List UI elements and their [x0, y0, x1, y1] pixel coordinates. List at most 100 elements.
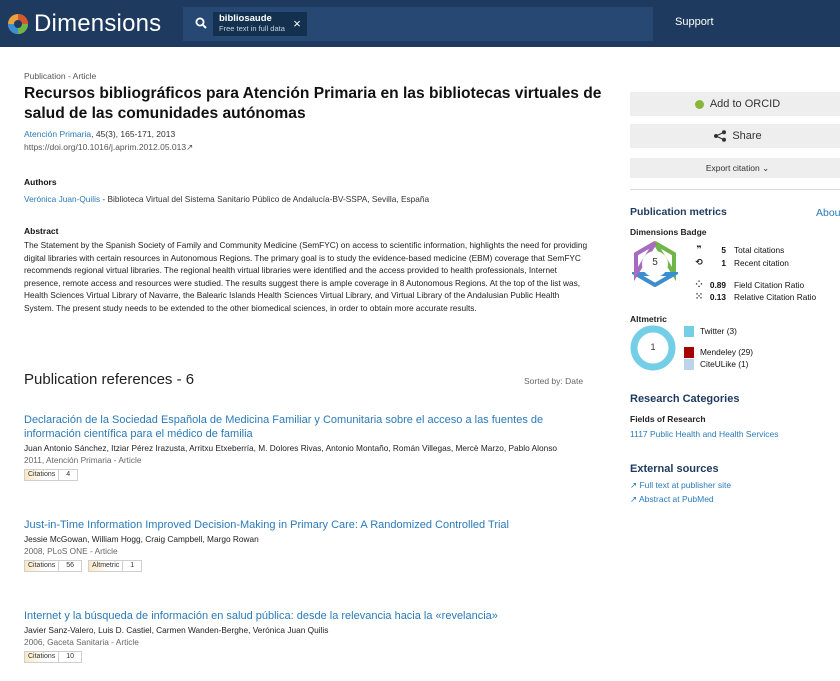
external-link-icon: ↗ [186, 142, 194, 152]
search-term: bibliosaude [219, 13, 272, 24]
search-icon[interactable] [195, 17, 207, 29]
sidebar-divider [630, 189, 840, 190]
metric-label: Total citations [734, 244, 785, 255]
reference-title[interactable]: Just-in-Time Information Improved Decisi… [24, 518, 599, 532]
reference-item: Internet y la búsqueda de información en… [24, 609, 599, 663]
search-box[interactable]: bibliosaude Free text in full data × [183, 7, 653, 41]
relative-ratio-icon: ⁙ [695, 291, 703, 301]
search-term-chip[interactable]: bibliosaude Free text in full data × [213, 12, 307, 36]
dimensions-logo[interactable]: Dimensions [6, 10, 161, 38]
about-link[interactable]: Abou [816, 207, 840, 219]
altmetric-donut[interactable]: 1 [630, 325, 676, 371]
legend-label: Mendeley (29) [700, 347, 754, 357]
citations-badge[interactable]: Citations 4 [24, 469, 79, 481]
metric-value: 0.89 [709, 279, 726, 290]
altmetric-score: 1 [650, 342, 656, 352]
abstract-text: The Statement by the Spanish Society of … [24, 240, 588, 313]
badge-value: 5 [652, 257, 658, 268]
dimensions-logo-icon [8, 14, 28, 34]
metric-value: 5 [721, 244, 726, 255]
field-ratio-icon: ⁘ [695, 279, 703, 289]
fields-of-research-heading: Fields of Research [630, 414, 706, 424]
support-link[interactable]: Support [675, 16, 714, 28]
share-label: Share [732, 130, 762, 142]
altmetric-legend-twitter: Twitter (3) [684, 326, 737, 337]
export-label: Export citation [705, 163, 760, 173]
recent-icon: ⟲ [695, 257, 703, 267]
authors-heading: Authors [24, 177, 57, 187]
author-link[interactable]: Verónica Juan-Quilis [24, 194, 100, 204]
citations-badge-label: Citations [25, 561, 60, 571]
altmetric-legend-mendeley: Mendeley (29) [684, 347, 753, 358]
close-icon[interactable]: × [293, 17, 301, 30]
metric-recent-citations: ⟲ 1 Recent citation [692, 257, 789, 268]
reference-title[interactable]: Declaración de la Sociedad Española de M… [24, 413, 599, 441]
reference-authors: Juan Antonio Sánchez, Itziar Pérez Irazu… [24, 443, 557, 453]
full-text-label: Full text at publisher site [639, 480, 732, 490]
share-button[interactable]: Share [630, 124, 840, 148]
orcid-icon [694, 99, 704, 109]
altmetric-legend-citeulike: CiteULike (1) [684, 359, 748, 370]
reference-item: Declaración de la Sociedad Española de M… [24, 413, 599, 481]
journal-details: , 45(3), 165-171, 2013 [91, 129, 176, 139]
export-citation-button[interactable]: Export citation ⌄ [630, 158, 840, 178]
doi-text: https://doi.org/10.1016/j.aprim.2012.05.… [24, 142, 187, 152]
research-categories-heading: Research Categories [630, 393, 740, 405]
page-title: Recursos bibliográficos para Atención Pr… [24, 85, 602, 122]
citations-count: 56 [66, 562, 75, 569]
external-link-icon: ↗ [630, 494, 640, 504]
metric-relative-citation-ratio: ⁙ 0.13 Relative Citation Ratio [692, 291, 816, 302]
legend-label: CiteULike (1) [700, 359, 749, 369]
metric-value: 0.13 [709, 291, 726, 302]
top-navbar: Dimensions bibliosaude Free text in full… [0, 0, 840, 47]
pubmed-abstract-link[interactable]: ↗ Abstract at PubMed [630, 494, 714, 505]
reference-authors: Javier Sanz-Valero, Luis D. Castiel, Car… [24, 625, 329, 635]
add-to-orcid-button[interactable]: Add to ORCID [630, 92, 840, 116]
altmetric-count: 1 [130, 562, 135, 569]
reference-meta: 2008, PLoS ONE - Article [24, 546, 118, 556]
swatch-mendeley [684, 347, 694, 358]
legend-label: Twitter (3) [700, 326, 737, 336]
reference-title[interactable]: Internet y la búsqueda de información en… [24, 609, 599, 623]
search-scope: Free text in full data [219, 24, 285, 33]
abstract-heading: Abstract [24, 226, 59, 236]
metrics-heading: Publication metrics [630, 206, 727, 218]
altmetric-heading: Altmetric [630, 314, 667, 324]
full-text-link[interactable]: ↗ Full text at publisher site [630, 480, 731, 491]
dimensions-badge[interactable]: 5 [632, 241, 678, 287]
metric-total-citations: ❞ 5 Total citations [692, 244, 784, 255]
metric-label: Relative Citation Ratio [734, 291, 817, 302]
swatch-twitter [684, 326, 694, 337]
altmetric-badge-label: Altmetric [89, 561, 124, 571]
reference-meta: 2006, Gaceta Sanitaria - Article [24, 637, 139, 647]
metric-field-citation-ratio: ⁘ 0.89 Field Citation Ratio [692, 279, 804, 290]
chevron-down-icon: ⌄ [762, 163, 770, 173]
publication-type: Publication - Article [24, 71, 97, 81]
swatch-citeulike [684, 359, 694, 370]
reference-authors: Jessie McGowan, William Hogg, Craig Camp… [24, 534, 259, 544]
journal-link[interactable]: Atención Primaria [24, 129, 91, 139]
pubmed-label: Abstract at PubMed [639, 494, 714, 504]
sort-control[interactable]: Sorted by: Date [524, 376, 583, 386]
field-of-research-link[interactable]: 1117 Public Health and Health Services [630, 429, 779, 439]
citations-count: 4 [66, 471, 71, 478]
metric-label: Recent citation [734, 257, 789, 268]
journal-line: Atención Primaria, 45(3), 165-171, 2013 [24, 129, 175, 139]
citations-badge[interactable]: Citations 10 [24, 651, 83, 663]
citations-badge-label: Citations [25, 470, 60, 480]
doi-link[interactable]: https://doi.org/10.1016/j.aprim.2012.05.… [24, 142, 193, 153]
reference-item: Just-in-Time Information Improved Decisi… [24, 518, 599, 572]
citations-badge[interactable]: Citations 56 [24, 560, 83, 572]
author-affiliation: - Biblioteca Virtual del Sistema Sanitar… [100, 194, 430, 204]
external-sources-heading: External sources [630, 463, 719, 475]
orcid-label: Add to ORCID [709, 98, 781, 110]
citations-badge-label: Citations [25, 652, 60, 662]
reference-meta: 2011, Atención Primaria - Article [24, 455, 142, 465]
logo-text: Dimensions [34, 10, 162, 37]
metric-value: 1 [721, 257, 726, 268]
references-heading: Publication references - 6 [24, 371, 195, 388]
citations-count: 10 [66, 653, 75, 660]
author-entry: Verónica Juan-Quilis - Biblioteca Virtua… [24, 194, 429, 204]
altmetric-badge[interactable]: Altmetric 1 [88, 560, 143, 572]
share-icon [714, 130, 727, 142]
